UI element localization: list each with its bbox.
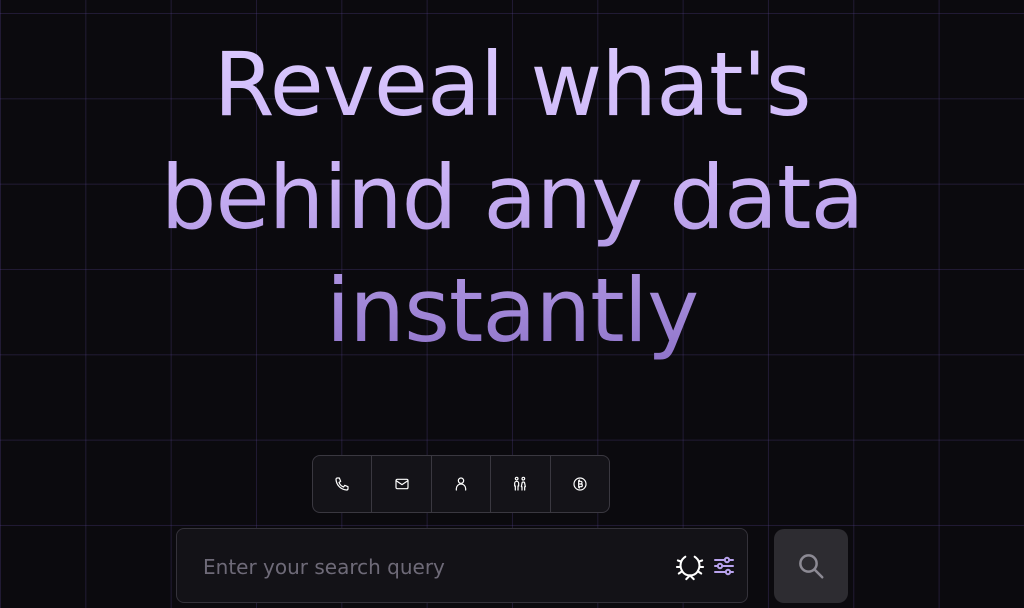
category-family-button[interactable]: family-icon [491, 456, 551, 512]
search-input[interactable] [201, 529, 665, 604]
search-submit-button[interactable] [774, 529, 848, 603]
mail-icon [395, 478, 409, 490]
hero-headline-line-2: behind any data [160, 146, 864, 249]
bitcoin-icon [573, 477, 587, 491]
hero-headline: Reveal what's behind any data instantly [0, 28, 1024, 367]
hero-headline-line-3: instantly [325, 259, 699, 362]
hero-headline-line-1: Reveal what's [213, 33, 811, 136]
page-background: Reveal what's behind any data instantly … [0, 0, 1024, 608]
category-email-button[interactable]: mail-icon [372, 456, 432, 512]
search-icon [799, 554, 824, 579]
category-phone-button[interactable]: phone-icon [313, 456, 373, 512]
category-crypto-button[interactable]: bitcoin-icon [551, 456, 609, 512]
search-box [176, 528, 748, 604]
search-category-selector: phone-icon mail-icon person-icon famil [312, 455, 610, 513]
person-icon [455, 477, 467, 491]
laurel-icon[interactable] [675, 553, 705, 581]
category-person-button[interactable]: person-icon [432, 456, 492, 512]
filter-sliders-icon[interactable] [712, 554, 736, 578]
phone-icon [335, 477, 349, 491]
family-icon [514, 476, 527, 491]
